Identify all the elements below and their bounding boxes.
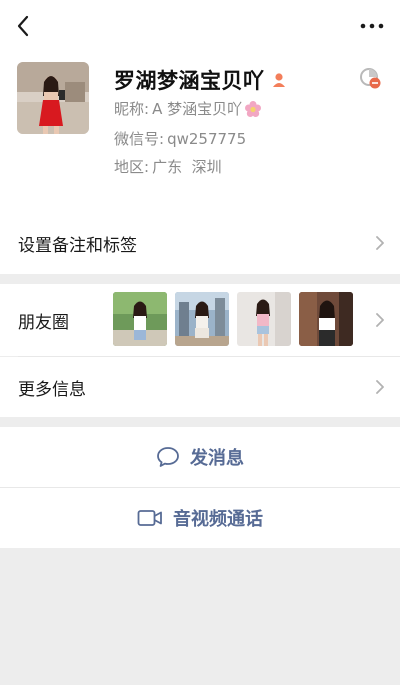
send-message-button[interactable]: 发消息: [0, 427, 400, 487]
more-button[interactable]: [358, 14, 386, 38]
back-chevron-icon: [17, 15, 29, 37]
region-value: 广东 深圳: [152, 158, 222, 176]
moments-thumbnails: [113, 292, 353, 346]
avatar-image: [17, 62, 89, 134]
back-button[interactable]: [10, 12, 36, 40]
wechat-id-row: 微信号: qw257775: [114, 128, 246, 149]
wechat-id-label: 微信号:: [114, 130, 165, 148]
name-row: 罗湖梦涵宝贝吖: [114, 64, 287, 96]
star-friend-badge[interactable]: [358, 66, 382, 90]
region-row: 地区: 广东 深圳: [114, 156, 222, 177]
section-separator: [0, 274, 400, 284]
chevron-right-icon: [376, 380, 384, 394]
nickname-value: A 梦涵宝贝吖: [152, 100, 243, 118]
video-call-label: 音视频通话: [173, 509, 263, 530]
remark-tags-cell[interactable]: 设置备注和标签: [0, 212, 400, 274]
flower-emoji-icon: [245, 100, 262, 117]
moments-thumbnail: [299, 292, 353, 346]
star-friend-icon: [360, 68, 381, 89]
top-nav-bar: [0, 0, 400, 52]
video-call-button[interactable]: 音视频通话: [0, 488, 400, 548]
moments-thumbnail: [113, 292, 167, 346]
avatar[interactable]: [17, 62, 89, 134]
more-info-cell[interactable]: 更多信息: [0, 357, 400, 417]
moments-thumbnail: [237, 292, 291, 346]
female-icon: [272, 73, 285, 87]
send-message-label: 发消息: [190, 448, 244, 469]
moments-cell[interactable]: 朋友圈: [0, 284, 400, 356]
more-info-label: 更多信息: [18, 380, 86, 400]
nickname-row: 昵称: A 梦涵宝贝吖: [114, 98, 262, 119]
chat-bubble-icon: [157, 447, 179, 467]
profile-header: 罗湖梦涵宝贝吖 昵称: A 梦涵宝贝吖 微信号: qw257775 地区: 广东…: [0, 52, 400, 212]
video-camera-icon: [137, 510, 162, 526]
nickname-label: 昵称:: [114, 100, 150, 118]
remark-tags-label: 设置备注和标签: [18, 236, 137, 256]
moments-thumbnail: [175, 292, 229, 346]
wechat-id-value[interactable]: qw257775: [167, 130, 246, 148]
moments-label: 朋友圈: [18, 313, 69, 333]
chevron-right-icon: [376, 313, 384, 327]
contact-name: 罗湖梦涵宝贝吖: [114, 69, 265, 93]
contact-profile-screen: 罗湖梦涵宝贝吖 昵称: A 梦涵宝贝吖 微信号: qw257775 地区: 广东…: [0, 0, 400, 685]
empty-background: [0, 548, 400, 685]
more-dots-icon: [360, 23, 384, 29]
section-separator: [0, 417, 400, 427]
region-label: 地区:: [114, 158, 150, 176]
chevron-right-icon: [376, 236, 384, 250]
